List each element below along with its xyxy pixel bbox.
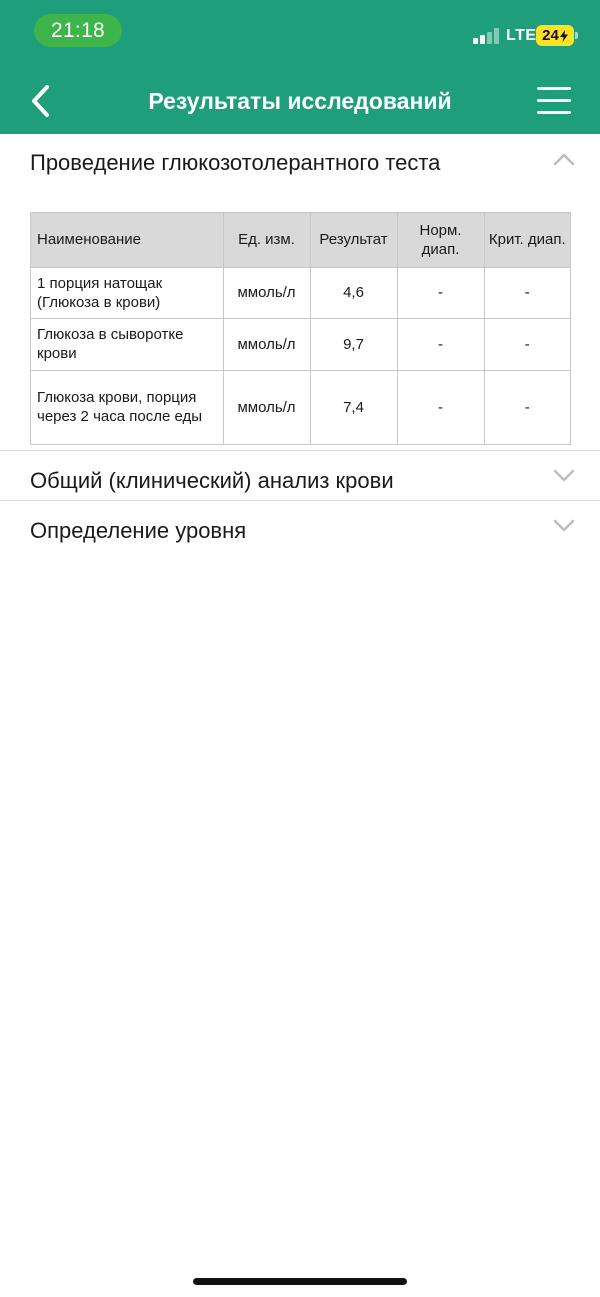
signal-strength-icon bbox=[473, 28, 501, 44]
cell-crit-range: - bbox=[484, 266, 570, 318]
column-header-name: Наименование bbox=[31, 213, 224, 267]
cell-result: 9,7 bbox=[310, 317, 398, 370]
cell-norm-range: - bbox=[397, 369, 485, 444]
cell-name: 1 порция натощак (Глюкоза в крови) bbox=[31, 266, 224, 318]
table-header-row: Наименование Ед. изм. Результат Норм. ди… bbox=[31, 213, 570, 267]
network-type: LTE bbox=[506, 27, 537, 44]
section-header-level-determination[interactable]: Определение уровня bbox=[30, 518, 246, 544]
cell-norm-range: - bbox=[397, 317, 485, 370]
cell-name: Глюкоза крови, порция через 2 часа после… bbox=[31, 369, 224, 444]
chevron-left-icon bbox=[32, 85, 49, 117]
chevron-down-icon[interactable] bbox=[552, 518, 576, 534]
column-header-crit-range: Крит. диап. bbox=[484, 213, 570, 267]
chevron-up-icon[interactable] bbox=[552, 151, 576, 167]
cell-unit: ммоль/л bbox=[223, 266, 311, 318]
cell-crit-range: - bbox=[484, 317, 570, 370]
section-header-glucose-test[interactable]: Проведение глюкозотолерантного теста bbox=[30, 150, 440, 176]
results-table: Наименование Ед. изм. Результат Норм. ди… bbox=[30, 212, 571, 445]
cell-norm-range: - bbox=[397, 266, 485, 318]
section-header-blood-analysis[interactable]: Общий (клинический) анализ крови bbox=[30, 468, 394, 494]
cell-unit: ммоль/л bbox=[223, 317, 311, 370]
table-row: Глюкоза в сыворотке крови ммоль/л 9,7 - … bbox=[31, 317, 570, 370]
hamburger-menu-icon bbox=[537, 87, 571, 90]
section-divider bbox=[0, 500, 600, 501]
column-header-result: Результат bbox=[310, 213, 398, 267]
menu-button[interactable] bbox=[537, 87, 573, 115]
back-button[interactable] bbox=[22, 82, 58, 120]
page-title: Результаты исследований bbox=[148, 88, 452, 114]
table-row: Глюкоза крови, порция через 2 часа после… bbox=[31, 369, 570, 444]
section-divider bbox=[0, 450, 600, 451]
battery-icon: 24 bbox=[536, 25, 578, 46]
charging-bolt-icon bbox=[559, 29, 568, 42]
column-header-norm-range: Норм. диап. bbox=[397, 213, 485, 267]
cell-crit-range: - bbox=[484, 369, 570, 444]
app-header: 21:18 LTE 24 Результаты исследований bbox=[0, 0, 600, 134]
table-row: 1 порция натощак (Глюкоза в крови) ммоль… bbox=[31, 266, 570, 318]
chevron-down-icon[interactable] bbox=[552, 468, 576, 484]
home-indicator[interactable] bbox=[193, 1278, 407, 1285]
battery-level: 24 bbox=[542, 27, 559, 44]
column-header-unit: Ед. изм. bbox=[223, 213, 311, 267]
status-time: 21:18 bbox=[34, 14, 122, 47]
cell-result: 4,6 bbox=[310, 266, 398, 318]
cell-unit: ммоль/л bbox=[223, 369, 311, 444]
cell-result: 7,4 bbox=[310, 369, 398, 444]
cell-name: Глюкоза в сыворотке крови bbox=[31, 317, 224, 370]
